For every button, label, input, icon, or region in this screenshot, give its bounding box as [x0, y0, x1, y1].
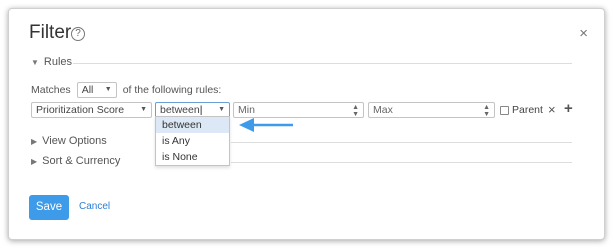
matches-select-value: All: [81, 84, 94, 96]
operator-select-value: between: [160, 104, 200, 116]
parent-checkbox[interactable]: [500, 106, 509, 115]
matches-label: Matches: [31, 84, 71, 96]
view-options-header[interactable]: ▶ View Options: [31, 135, 107, 147]
annotation-arrow-icon: [239, 118, 293, 132]
sort-currency-divider: [231, 162, 572, 163]
rules-section-header[interactable]: ▼ Rules: [31, 56, 72, 68]
stepper-icon[interactable]: ▲ ▼: [352, 103, 359, 117]
field-select-value: Prioritization Score: [36, 104, 125, 116]
field-select[interactable]: Prioritization Score ▼: [31, 102, 152, 118]
view-options-divider: [231, 142, 572, 143]
dropdown-option[interactable]: is Any: [156, 133, 229, 149]
sort-currency-label: Sort & Currency: [42, 155, 121, 167]
rules-divider: [73, 63, 572, 64]
chevron-down-icon: ▼: [31, 57, 39, 67]
sort-currency-header[interactable]: ▶ Sort & Currency: [31, 155, 120, 167]
max-input-placeholder: Max: [373, 104, 393, 116]
operator-dropdown: between is Any is None: [155, 116, 230, 166]
chevron-down-icon: ▼: [218, 106, 225, 113]
dialog-title: Filter: [29, 22, 72, 43]
cancel-link[interactable]: Cancel: [79, 201, 110, 212]
view-options-label: View Options: [42, 135, 107, 147]
chevron-down-icon: ▼: [104, 86, 112, 93]
min-input-placeholder: Min: [238, 104, 255, 116]
parent-label: Parent: [512, 104, 543, 116]
rules-section-label: Rules: [43, 56, 73, 68]
remove-rule-icon[interactable]: ×: [548, 102, 556, 117]
min-input[interactable]: Min ▲ ▼: [233, 102, 364, 118]
chevron-right-icon: ▶: [31, 136, 38, 146]
matches-row: Matches All ▼ of the following rules:: [31, 82, 221, 98]
matches-select[interactable]: All ▼: [76, 82, 117, 98]
chevron-right-icon: ▶: [31, 156, 38, 166]
dropdown-option[interactable]: is None: [156, 149, 229, 165]
stepper-icon[interactable]: ▲ ▼: [483, 103, 490, 117]
dropdown-option[interactable]: between: [156, 117, 229, 133]
filter-dialog: Filter ? × ▼ Rules Matches All ▼ of the …: [9, 9, 604, 239]
add-rule-icon[interactable]: +: [564, 100, 573, 117]
filter-dialog-frame: Filter ? × ▼ Rules Matches All ▼ of the …: [8, 8, 605, 240]
matches-suffix: of the following rules:: [122, 84, 222, 96]
close-icon[interactable]: ×: [579, 25, 588, 42]
chevron-down-icon: ▼: [140, 106, 147, 113]
save-button[interactable]: Save: [29, 195, 69, 220]
max-input[interactable]: Max ▲ ▼: [368, 102, 495, 118]
help-icon[interactable]: ?: [71, 27, 85, 41]
